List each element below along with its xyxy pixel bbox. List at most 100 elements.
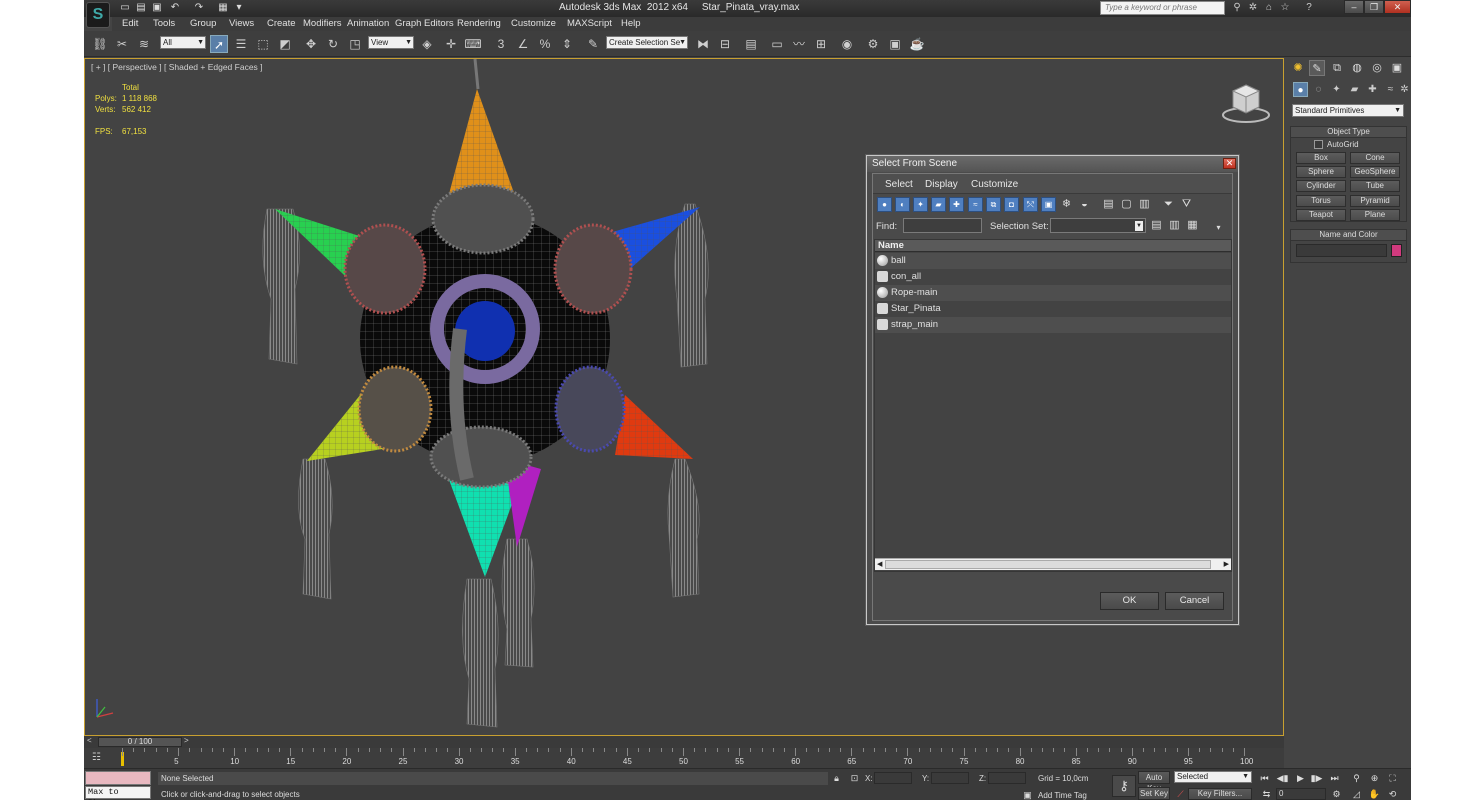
menu-maxscript[interactable]: MAXScript <box>567 18 612 29</box>
object-name-field[interactable] <box>1296 244 1387 257</box>
unlink-icon[interactable]: ✂ <box>113 35 131 53</box>
menu-edit[interactable]: Edit <box>122 18 138 29</box>
project-folder-icon[interactable]: ▦ <box>216 2 230 14</box>
scene-object-list[interactable]: Name ball con_all Rope-main Star_Pinata stra… <box>874 239 1232 572</box>
redo-icon[interactable]: ↷ <box>192 2 206 14</box>
open-file-icon[interactable]: ▤ <box>134 2 148 14</box>
list-item[interactable]: ball <box>875 253 1231 269</box>
list-item[interactable]: strap_main <box>875 317 1231 333</box>
display-helpers-icon[interactable]: ✚ <box>949 197 964 212</box>
scroll-left-icon[interactable]: ◀ <box>877 559 882 571</box>
next-frame-icon[interactable]: ▮▶ <box>1310 772 1323 784</box>
orbit-icon[interactable]: ⟲ <box>1386 788 1399 800</box>
horizontal-scrollbar[interactable]: ◀ ▶ <box>875 558 1231 570</box>
select-object-icon[interactable]: ➚ <box>210 35 228 53</box>
minimize-button[interactable]: – <box>1344 0 1364 14</box>
graphite-ribbon-icon[interactable]: ▭ <box>768 35 786 53</box>
curve-editor-icon[interactable]: 〰 <box>790 35 808 53</box>
modify-tab-icon[interactable]: ⧉ <box>1329 60 1345 76</box>
render-setup-icon[interactable]: ⚙ <box>864 35 882 53</box>
object-color-swatch[interactable] <box>1391 244 1402 257</box>
remove-from-selection-set-icon[interactable]: ▦ <box>1185 218 1200 233</box>
tube-button[interactable]: Tube <box>1350 180 1400 192</box>
menu-rendering[interactable]: Rendering <box>457 18 501 29</box>
previous-frame-icon[interactable]: ◀▮ <box>1276 772 1289 784</box>
list-item[interactable]: con_all <box>875 269 1231 285</box>
display-none-icon[interactable]: ▢ <box>1119 197 1134 212</box>
add-time-tag[interactable]: Add Time Tag <box>1038 791 1087 800</box>
help-search-input[interactable]: Type a keyword or phrase <box>1100 1 1225 15</box>
ok-button[interactable]: OK <box>1100 592 1159 610</box>
maximize-button[interactable]: ❐ <box>1364 0 1384 14</box>
autogrid-checkbox[interactable] <box>1314 140 1323 149</box>
menu-tools[interactable]: Tools <box>153 18 175 29</box>
create-tab-icon[interactable]: ✎ <box>1309 60 1325 76</box>
teapot-button[interactable]: Teapot <box>1296 209 1346 221</box>
zoom-icon[interactable]: ⚲ <box>1350 772 1363 784</box>
select-and-link-icon[interactable]: ⛓ <box>91 35 109 53</box>
subscription-icon[interactable]: ✲ <box>1246 1 1260 15</box>
pan-view-icon[interactable]: ✋ <box>1368 788 1381 800</box>
object-type-rollout[interactable]: Object Type <box>1290 126 1407 138</box>
go-to-start-icon[interactable]: ⏮ <box>1258 772 1271 784</box>
selection-filter-dropdown[interactable]: All ▼ <box>160 36 206 49</box>
time-next-icon[interactable]: > <box>184 736 189 745</box>
bind-space-warp-icon[interactable]: ≋ <box>135 35 153 53</box>
display-invert-icon[interactable]: ▥ <box>1137 197 1152 212</box>
angle-snap-icon[interactable]: ∠ <box>514 35 532 53</box>
lights-icon[interactable]: ✦ <box>1329 82 1344 97</box>
menu-animation[interactable]: Animation <box>347 18 389 29</box>
display-lights-icon[interactable]: ✦ <box>913 197 928 212</box>
rendered-frame-window-icon[interactable]: ▣ <box>886 35 904 53</box>
time-slider-handle[interactable]: 0 / 100 <box>98 737 182 747</box>
display-containers-icon[interactable]: ▣ <box>1041 197 1056 212</box>
dialog-menu-select[interactable]: Select <box>885 179 913 190</box>
favorites-icon[interactable]: ☆ <box>1278 1 1292 15</box>
communication-center-icon[interactable]: ⌂ <box>1262 1 1276 15</box>
selection-set-dropdown[interactable]: ▼ <box>1050 218 1146 233</box>
menu-views[interactable]: Views <box>229 18 254 29</box>
help-icon[interactable]: ? <box>1302 1 1316 15</box>
display-shapes-icon[interactable]: ◐ <box>895 197 910 212</box>
sphere-button[interactable]: Sphere <box>1296 166 1346 178</box>
cylinder-button[interactable]: Cylinder <box>1296 180 1346 192</box>
schematic-view-icon[interactable]: ⊞ <box>812 35 830 53</box>
rectangular-selection-icon[interactable]: ⬚ <box>254 35 272 53</box>
display-all-icon[interactable]: ▤ <box>1101 197 1116 212</box>
edit-named-selection-icon[interactable]: ✎ <box>584 35 602 53</box>
spinner-snap-icon[interactable]: ⇕ <box>558 35 576 53</box>
select-by-name-icon[interactable]: ☰ <box>232 35 250 53</box>
auto-key-button[interactable]: Auto Key <box>1138 771 1170 793</box>
viewport-label[interactable]: [ + ] [ Perspective ] [ Shaded + Edged F… <box>91 62 263 72</box>
current-frame-field[interactable]: 0 <box>1276 788 1326 800</box>
cone-button[interactable]: Cone <box>1350 152 1400 164</box>
field-of-view-icon[interactable]: ◿ <box>1350 788 1363 800</box>
filter-options-icon[interactable]: ⛛ <box>1179 197 1194 212</box>
time-prev-icon[interactable]: < <box>87 736 92 745</box>
create-selection-set-icon[interactable]: ▤ <box>1149 218 1164 233</box>
undo-icon[interactable]: ↶ <box>168 2 182 14</box>
list-item[interactable]: Rope-main <box>875 285 1231 301</box>
geosphere-button[interactable]: GeoSphere <box>1350 166 1400 178</box>
key-filters-button[interactable]: Key Filters... <box>1188 788 1252 800</box>
mini-curve-editor-icon[interactable]: ☷ <box>92 752 106 764</box>
keyboard-shortcut-toggle-icon[interactable]: ⌨ <box>464 35 482 53</box>
key-mode-dropdown[interactable]: Selected ▼ <box>1174 771 1252 783</box>
maxscript-listener-input[interactable] <box>85 771 151 785</box>
select-and-move-icon[interactable]: ✥ <box>302 35 320 53</box>
save-icon[interactable]: ▣ <box>150 2 164 14</box>
play-icon[interactable]: ▶ <box>1294 772 1307 784</box>
dialog-close-button[interactable]: ✕ <box>1223 158 1236 169</box>
select-and-rotate-icon[interactable]: ↻ <box>324 35 342 53</box>
scroll-right-icon[interactable]: ▶ <box>1224 559 1229 571</box>
cameras-icon[interactable]: ▰ <box>1347 82 1362 97</box>
menu-customize[interactable]: Customize <box>511 18 556 29</box>
maxscript-mini-listener[interactable]: Max to Physc. <box>85 786 151 800</box>
panel-options-icon[interactable]: ▾ <box>1211 220 1226 235</box>
systems-icon[interactable]: ✲ <box>1397 82 1411 97</box>
time-tag-icon[interactable]: ▣ <box>1021 789 1034 800</box>
zoom-all-icon[interactable]: ⊕ <box>1368 772 1381 784</box>
dialog-menu-display[interactable]: Display <box>925 179 958 190</box>
binoculars-icon[interactable]: ⚲ <box>1230 1 1244 15</box>
dialog-menu-customize[interactable]: Customize <box>971 179 1018 190</box>
